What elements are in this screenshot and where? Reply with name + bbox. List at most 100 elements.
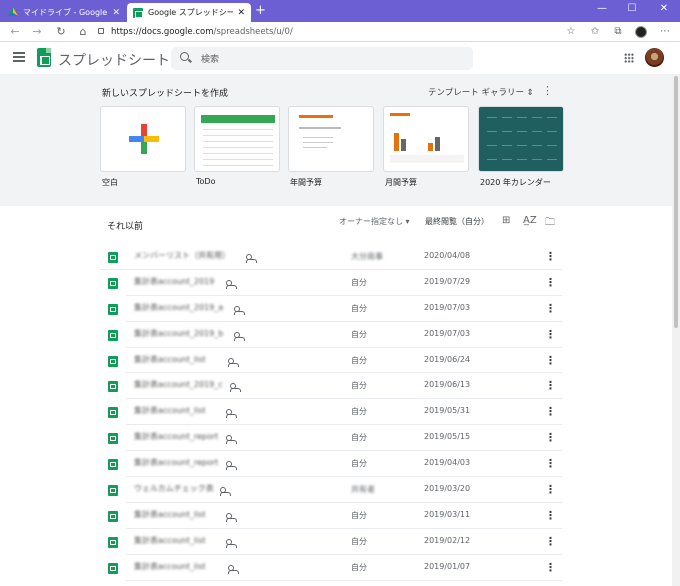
- more-vert-icon[interactable]: ⋮: [545, 561, 556, 574]
- maximize-button[interactable]: ☐: [618, 3, 646, 14]
- last-opened-date: 2019/03/11: [424, 509, 471, 519]
- file-owner: 大分商事: [351, 252, 383, 261]
- calendar-month-block: [517, 117, 527, 126]
- close-icon[interactable]: ✕: [112, 8, 120, 18]
- more-vert-icon[interactable]: ⋮: [545, 431, 556, 444]
- table-row[interactable]: 集計表account_report 自分 2019/05/15 ⋮: [0, 425, 672, 452]
- home-icon[interactable]: ⌂: [76, 25, 90, 39]
- last-opened-date: 2019/06/24: [424, 354, 471, 364]
- app-header: スプレッドシート 検索: [0, 42, 680, 74]
- sheets-file-icon: [108, 562, 118, 574]
- calendar-month-block: [532, 145, 542, 154]
- more-vert-icon[interactable]: ⋮: [542, 84, 553, 97]
- tab-title: マイドライブ - Google ドライブ: [23, 8, 108, 17]
- file-owner: 共有者: [351, 485, 375, 495]
- calendar-month-block: [502, 145, 512, 154]
- table-row[interactable]: 集計表account_list 自分 2019/02/12 ⋮: [0, 529, 672, 555]
- file-owner: 自分: [351, 562, 367, 572]
- collections-icon[interactable]: ⧉: [611, 25, 625, 39]
- grid-view-icon[interactable]: ⊞: [502, 215, 510, 226]
- owner-filter-label: オーナー指定なし: [339, 217, 403, 226]
- unfold-icon: ⇕: [526, 88, 534, 98]
- more-vert-icon[interactable]: ⋮: [545, 483, 556, 496]
- template-annual-budget[interactable]: [288, 106, 374, 172]
- sheets-logo-icon[interactable]: [37, 48, 51, 67]
- row-divider: [126, 579, 562, 581]
- favorites-icon[interactable]: ✩: [588, 25, 602, 39]
- template-gallery-button[interactable]: テンプレート ギャラリー ⇕: [428, 86, 534, 98]
- file-name: 集計表account_2019_c: [134, 380, 223, 390]
- folder-icon[interactable]: 🗀: [545, 215, 555, 232]
- table-row[interactable]: 集計表account_report 自分 2019/04/03 ⋮: [0, 451, 672, 478]
- calendar-month-block: [547, 131, 557, 140]
- apps-grid-icon[interactable]: [624, 53, 634, 63]
- scrollbar[interactable]: [672, 74, 680, 586]
- tab-drive[interactable]: マイドライブ - Google ドライブ ✕: [2, 3, 126, 22]
- table-row[interactable]: ウェルカムチェック表 共有者 2019/03/20 ⋮: [0, 477, 672, 503]
- more-vert-icon[interactable]: ⋮: [545, 509, 556, 522]
- calendar-month-block: [547, 159, 557, 168]
- more-vert-icon[interactable]: ⋮: [545, 405, 556, 418]
- calendar-month-block: [532, 117, 542, 126]
- more-vert-icon[interactable]: ⋮: [545, 379, 556, 392]
- template-monthly-budget[interactable]: [383, 106, 469, 172]
- table-row[interactable]: 集計表account_list 自分 2019/05/31 ⋮: [0, 399, 672, 426]
- calendar-month-block: [517, 159, 527, 168]
- more-vert-icon[interactable]: ⋮: [545, 457, 556, 470]
- minimize-button[interactable]: —: [588, 3, 616, 14]
- table-row[interactable]: メンバーリスト（共有用） 大分商事 2020/04/08 ⋮: [0, 244, 672, 270]
- more-vert-icon[interactable]: ⋮: [545, 302, 556, 315]
- url-field[interactable]: https://docs.google.com/spreadsheets/u/0…: [98, 25, 578, 39]
- file-name: 集計表account_list: [134, 561, 206, 571]
- file-name: 集計表account_list: [134, 509, 206, 519]
- table-row[interactable]: 集計表account_2019_b 自分 2019/07/03 ⋮: [0, 322, 672, 348]
- scrollbar-thumb[interactable]: [674, 76, 678, 328]
- sheets-file-icon: [108, 381, 118, 393]
- table-row[interactable]: 集計表account_2019_a 自分 2019/07/03 ⋮: [0, 296, 672, 322]
- section-title: それ以前: [107, 222, 144, 232]
- lock-icon: [98, 28, 104, 34]
- shared-people-icon: [230, 383, 241, 393]
- new-tab-button[interactable]: +: [255, 4, 266, 18]
- sort-az-icon[interactable]: A̲Z: [523, 215, 537, 226]
- owner-filter-dropdown[interactable]: オーナー指定なし ▾: [339, 216, 410, 227]
- more-vert-icon[interactable]: ⋮: [545, 535, 556, 548]
- url-path: /spreadsheets/u/0/: [213, 27, 293, 37]
- forward-arrow-icon[interactable]: →: [30, 25, 44, 39]
- table-row[interactable]: 集計表account_list 自分 2019/03/11 ⋮: [0, 503, 672, 529]
- file-name: メンバーリスト（共有用）: [134, 251, 230, 260]
- sheets-file-icon: [108, 252, 118, 263]
- more-vert-icon[interactable]: ⋮: [545, 250, 556, 263]
- calendar-month-block: [517, 131, 527, 140]
- sort-button[interactable]: 最終閲覧（自分）: [425, 216, 489, 227]
- avatar[interactable]: [645, 48, 664, 67]
- tab-sheets[interactable]: Google スプレッドシート ✕: [127, 3, 251, 22]
- table-row[interactable]: 集計表account_2019 自分 2019/07/29 ⋮: [0, 270, 672, 296]
- file-name: 集計表account_report: [134, 458, 219, 468]
- more-vert-icon[interactable]: ⋮: [545, 354, 556, 367]
- browser-menu-icon[interactable]: ⋯: [658, 25, 672, 39]
- shared-people-icon: [226, 435, 237, 445]
- template-blank[interactable]: [100, 106, 186, 172]
- more-vert-icon[interactable]: ⋮: [545, 328, 556, 341]
- template-todo[interactable]: [194, 106, 280, 172]
- window-close-button[interactable]: ✕: [650, 3, 678, 14]
- sheets-file-icon: [108, 485, 118, 497]
- table-row[interactable]: 集計表account_2019_c 自分 2019/06/13 ⋮: [0, 373, 672, 400]
- main-menu-icon[interactable]: [13, 52, 25, 62]
- file-owner: 自分: [351, 536, 367, 546]
- bookmark-star-icon[interactable]: ☆: [564, 25, 578, 39]
- reload-icon[interactable]: ↻: [54, 25, 68, 39]
- calendar-month-block: [487, 159, 497, 168]
- browser-profile-avatar[interactable]: [635, 26, 647, 38]
- table-row[interactable]: 集計表account_list 自分 2019/01/07 ⋮: [0, 555, 672, 581]
- search-input[interactable]: 検索: [171, 47, 473, 70]
- last-opened-date: 2019/07/29: [424, 276, 471, 286]
- calendar-month-block: [502, 117, 512, 126]
- close-icon[interactable]: ✕: [237, 8, 245, 18]
- back-arrow-icon[interactable]: ←: [8, 25, 22, 39]
- file-list-header: それ以前 オーナー指定なし ▾ 最終閲覧（自分） ⊞ A̲Z 🗀: [0, 206, 672, 244]
- table-row[interactable]: 集計表account_list 自分 2019/06/24 ⋮: [0, 348, 672, 374]
- template-calendar[interactable]: [478, 106, 564, 172]
- more-vert-icon[interactable]: ⋮: [545, 276, 556, 289]
